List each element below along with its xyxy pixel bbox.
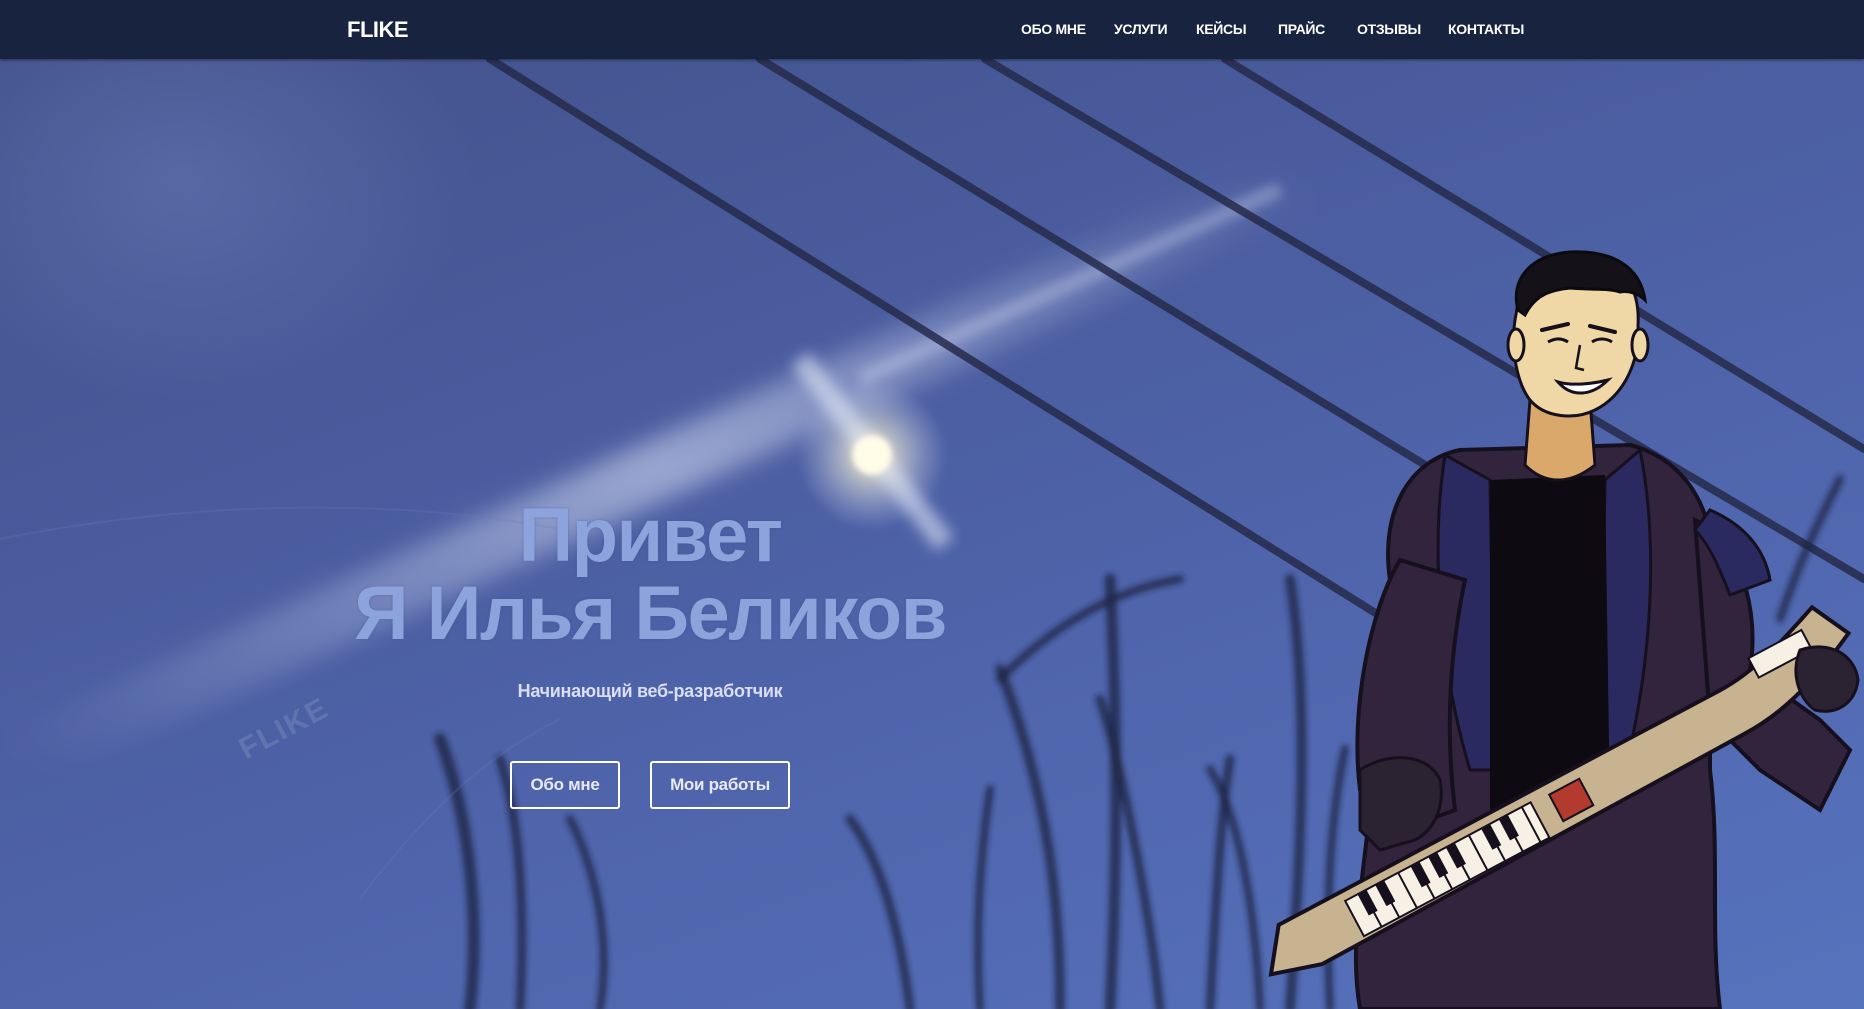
site-header: FLIKE ОБО МНЕ УСЛУГИ КЕЙСЫ ПРАЙС ОТЗЫВЫ … — [0, 0, 1864, 59]
nav-item-about[interactable]: ОБО МНЕ — [1021, 21, 1086, 37]
nav-item-cases[interactable]: КЕЙСЫ — [1196, 21, 1247, 37]
keytar-player-illustration — [1268, 250, 1860, 1009]
hero-subtitle: Начинающий веб-разработчик — [517, 681, 783, 701]
nav-item-services[interactable]: УСЛУГИ — [1114, 21, 1168, 37]
hero-title-greeting: Привет — [518, 493, 783, 578]
hero-title-name: Я Илья Беликов — [354, 571, 947, 656]
about-me-button[interactable]: Обо мне — [510, 761, 620, 809]
nav-item-price[interactable]: ПРАЙС — [1278, 21, 1325, 37]
nav-item-reviews[interactable]: ОТЗЫВЫ — [1357, 21, 1421, 37]
my-works-button[interactable]: Мои работы — [650, 761, 790, 809]
nav-item-contacts[interactable]: КОНТАКТЫ — [1448, 21, 1524, 37]
site-logo[interactable]: FLIKE — [347, 17, 409, 43]
